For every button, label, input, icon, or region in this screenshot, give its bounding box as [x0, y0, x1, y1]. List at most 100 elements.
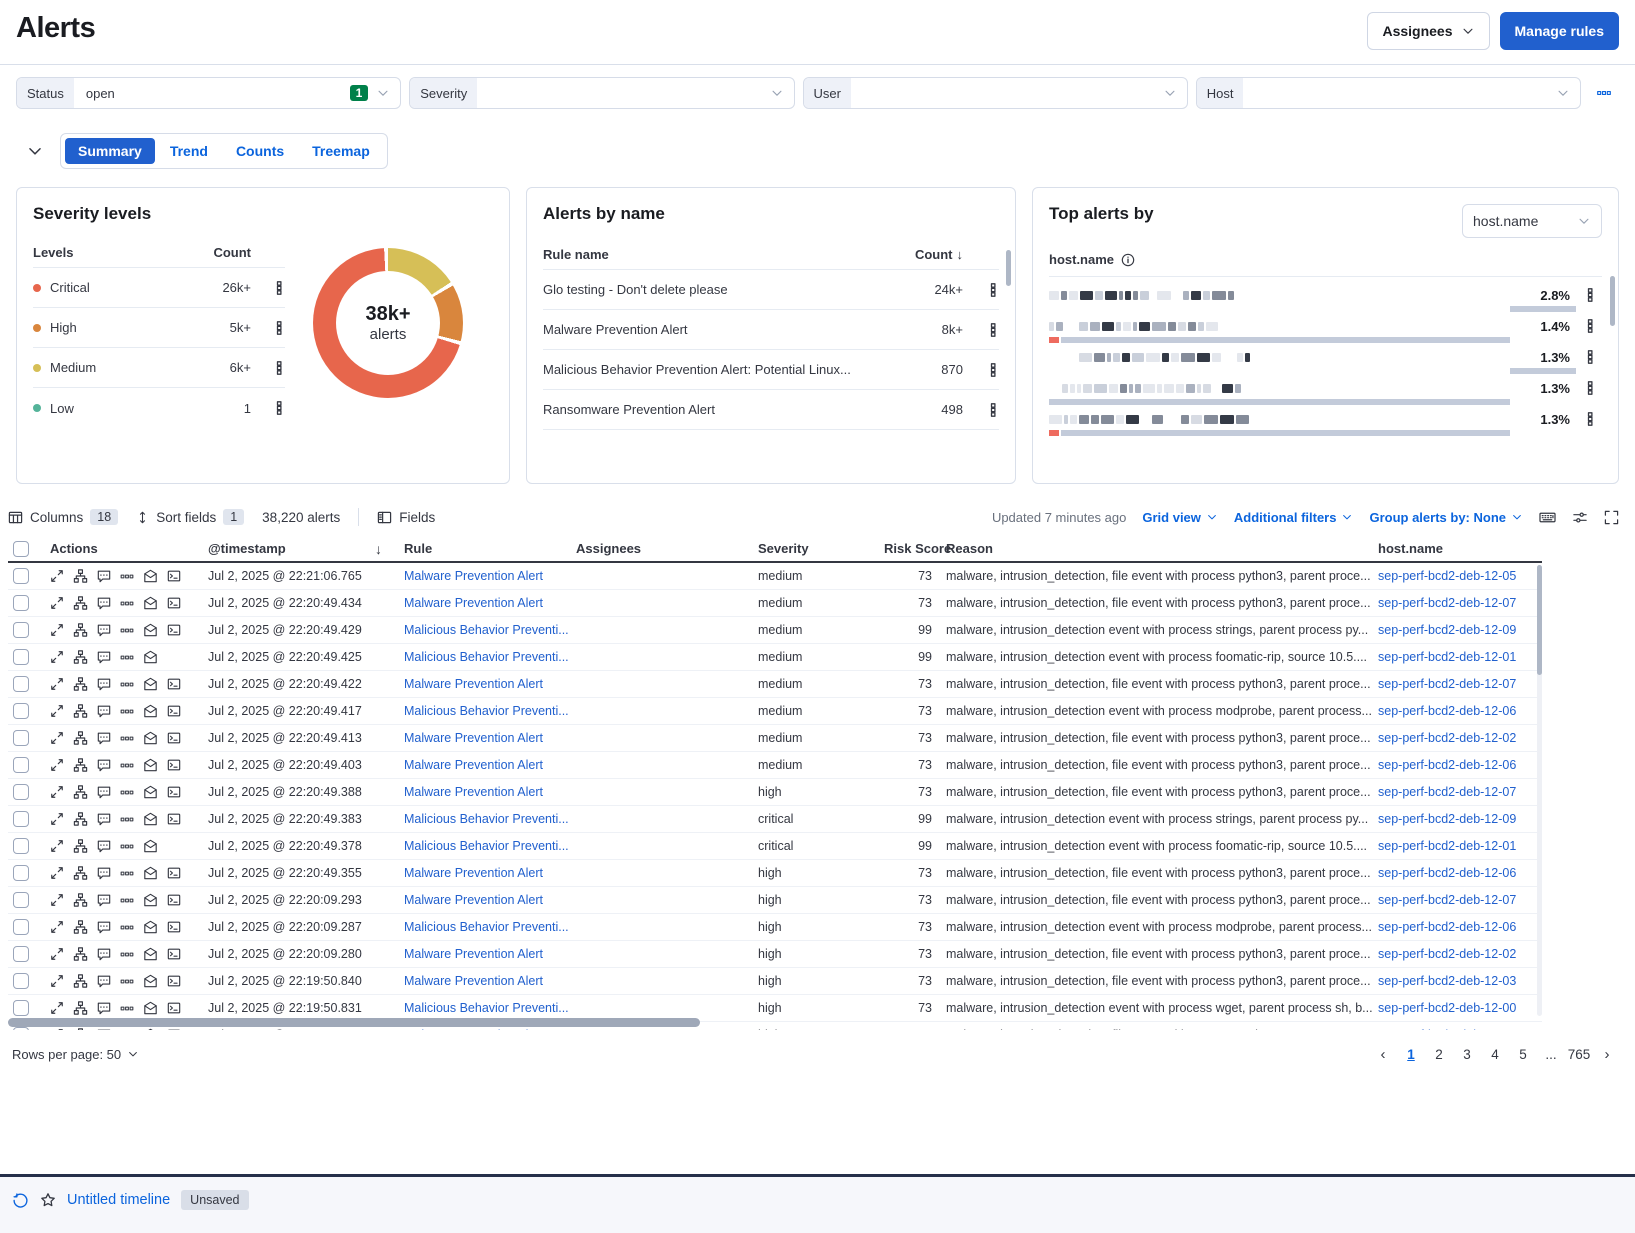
session-view-icon[interactable]	[167, 1001, 181, 1015]
row-actions-icon[interactable]	[273, 281, 285, 295]
add-note-icon[interactable]	[97, 596, 111, 610]
expand-alert-icon[interactable]	[50, 920, 64, 934]
more-actions-icon[interactable]	[120, 840, 134, 853]
more-actions-icon[interactable]	[120, 813, 134, 826]
alert-host-link[interactable]: sep-perf-bcd2-deb-12-07	[1378, 677, 1516, 691]
timeline-icon[interactable]	[143, 785, 158, 799]
alert-rule-link[interactable]: Malware Prevention Alert	[404, 596, 543, 610]
analyze-event-icon[interactable]	[73, 596, 88, 610]
row-actions-icon[interactable]	[987, 403, 999, 417]
expand-alert-icon[interactable]	[50, 1028, 64, 1030]
row-checkbox[interactable]	[13, 622, 29, 638]
expand-alert-icon[interactable]	[50, 1001, 64, 1015]
timeline-icon[interactable]	[143, 1028, 158, 1030]
analyze-event-icon[interactable]	[73, 731, 88, 745]
page-number[interactable]: 3	[1455, 1042, 1479, 1066]
alert-host-link[interactable]: sep-perf-bcd2-deb-12-07	[1378, 785, 1516, 799]
add-note-icon[interactable]	[97, 866, 111, 880]
assignees-column-header[interactable]: Assignees	[576, 541, 758, 556]
analyze-event-icon[interactable]	[73, 623, 88, 637]
more-actions-icon[interactable]	[120, 678, 134, 691]
row-checkbox[interactable]	[13, 838, 29, 854]
timeline-icon[interactable]	[143, 677, 158, 691]
add-note-icon[interactable]	[97, 704, 111, 718]
alert-host-link[interactable]: sep-perf-bcd2-deb-12-06	[1378, 866, 1516, 880]
row-checkbox[interactable]	[13, 865, 29, 881]
add-note-icon[interactable]	[97, 893, 111, 907]
group-alerts-button[interactable]: Group alerts by: None	[1369, 510, 1523, 525]
row-checkbox[interactable]	[13, 676, 29, 692]
more-actions-icon[interactable]	[120, 570, 134, 583]
session-view-icon[interactable]	[167, 920, 181, 934]
add-note-icon[interactable]	[97, 947, 111, 961]
page-number[interactable]: 2	[1427, 1042, 1451, 1066]
alert-rule-link[interactable]: Malware Prevention Alert	[404, 677, 543, 691]
fullscreen-button[interactable]	[1604, 510, 1619, 525]
row-checkbox[interactable]	[13, 730, 29, 746]
timeline-icon[interactable]	[143, 623, 158, 637]
timeline-icon[interactable]	[143, 569, 158, 583]
row-actions-icon[interactable]	[1584, 381, 1596, 395]
row-actions-icon[interactable]	[273, 361, 285, 375]
analyze-event-icon[interactable]	[73, 920, 88, 934]
expand-alert-icon[interactable]	[50, 785, 64, 799]
chart-tab-treemap[interactable]: Treemap	[299, 138, 383, 164]
add-note-icon[interactable]	[97, 758, 111, 772]
expand-alert-icon[interactable]	[50, 704, 64, 718]
alert-host-link[interactable]: sep-perf-bcd2-deb-12-07	[1378, 893, 1516, 907]
alert-rule-link[interactable]: Malicious Behavior Preventi...	[404, 704, 569, 718]
session-view-icon[interactable]	[167, 947, 181, 961]
timeline-icon[interactable]	[143, 947, 158, 961]
alert-rule-link[interactable]: Malicious Behavior Preventi...	[404, 920, 569, 934]
timeline-icon[interactable]	[143, 974, 158, 988]
expand-alert-icon[interactable]	[50, 623, 64, 637]
alert-host-link[interactable]: sep-perf-bcd2-deb-12-00	[1378, 1001, 1516, 1015]
alert-host-link[interactable]: sep-perf-bcd2-deb-12-06	[1378, 920, 1516, 934]
timeline-icon[interactable]	[143, 704, 158, 718]
alert-rule-link[interactable]: Malware Prevention Alert	[404, 974, 543, 988]
more-actions-icon[interactable]	[120, 867, 134, 880]
analyze-event-icon[interactable]	[73, 650, 88, 664]
analyze-event-icon[interactable]	[73, 677, 88, 691]
next-page-button[interactable]: ›	[1595, 1042, 1619, 1066]
timeline-icon[interactable]	[143, 920, 158, 934]
vertical-scrollbar[interactable]	[1537, 565, 1542, 675]
more-filters-button[interactable]	[1589, 78, 1619, 108]
assignees-button[interactable]: Assignees	[1367, 12, 1489, 50]
timeline-title-link[interactable]: Untitled timeline	[67, 1192, 170, 1208]
add-note-icon[interactable]	[97, 920, 111, 934]
alert-rule-link[interactable]: Malware Prevention Alert	[404, 785, 543, 799]
expand-alert-icon[interactable]	[50, 596, 64, 610]
expand-alert-icon[interactable]	[50, 731, 64, 745]
analyze-event-icon[interactable]	[73, 839, 88, 853]
session-view-icon[interactable]	[167, 677, 181, 691]
alert-host-link[interactable]: sep-perf-bcd2-deb-12-01	[1378, 650, 1516, 664]
alert-rule-link[interactable]: Malware Prevention Alert	[404, 947, 543, 961]
row-checkbox[interactable]	[13, 973, 29, 989]
timeline-icon[interactable]	[143, 812, 158, 826]
add-note-icon[interactable]	[97, 1028, 111, 1030]
row-checkbox[interactable]	[13, 784, 29, 800]
more-actions-icon[interactable]	[120, 759, 134, 772]
expand-alert-icon[interactable]	[50, 569, 64, 583]
row-checkbox[interactable]	[13, 811, 29, 827]
status-filter[interactable]: Status open 1	[16, 77, 401, 109]
previous-page-button[interactable]: ‹	[1371, 1042, 1395, 1066]
collapse-charts-button[interactable]	[26, 142, 44, 160]
sort-desc-icon[interactable]: ↓	[957, 247, 964, 262]
expand-alert-icon[interactable]	[50, 866, 64, 880]
row-actions-icon[interactable]	[1584, 350, 1596, 364]
alert-host-link[interactable]: sep-perf-bcd2-deb-12-02	[1378, 731, 1516, 745]
add-note-icon[interactable]	[97, 974, 111, 988]
row-actions-icon[interactable]	[273, 321, 285, 335]
alert-rule-link[interactable]: Malicious Behavior Preventi...	[404, 1001, 569, 1015]
analyze-event-icon[interactable]	[73, 893, 88, 907]
row-actions-icon[interactable]	[987, 283, 999, 297]
session-view-icon[interactable]	[167, 758, 181, 772]
session-view-icon[interactable]	[167, 893, 181, 907]
grid-settings-button[interactable]	[1572, 510, 1588, 525]
session-view-icon[interactable]	[167, 731, 181, 745]
alert-host-link[interactable]: sep-perf-bcd2-deb-12-09	[1378, 812, 1516, 826]
fields-button[interactable]: Fields	[377, 510, 435, 525]
timeline-icon[interactable]	[143, 758, 158, 772]
